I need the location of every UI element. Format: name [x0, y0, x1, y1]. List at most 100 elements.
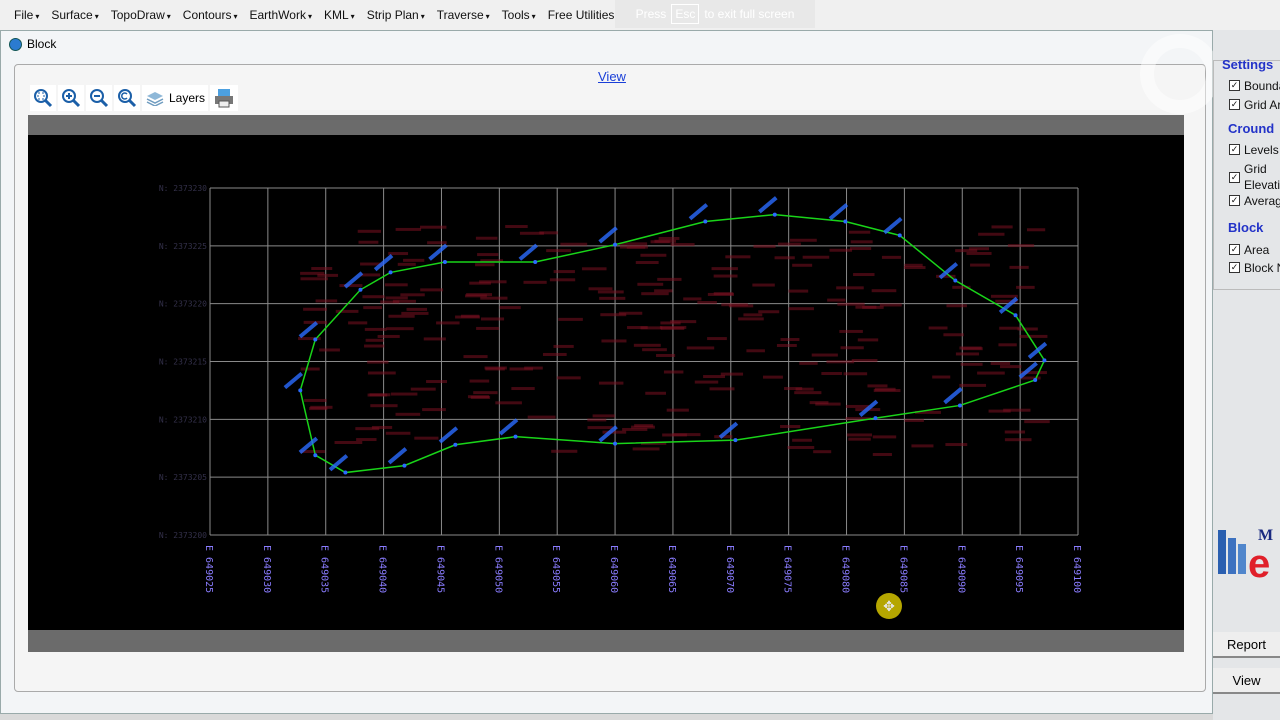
elevation-label-mark — [851, 359, 878, 363]
elevation-label-mark — [377, 334, 400, 338]
elevation-label-mark — [622, 427, 648, 431]
elevation-label-mark — [358, 240, 379, 244]
elevation-label-mark — [560, 242, 588, 246]
elevation-label-mark — [523, 280, 547, 284]
checkbox-area[interactable]: ✓ Area — [1229, 243, 1269, 257]
elevation-label-mark — [499, 306, 521, 310]
toolbar: Layers — [30, 85, 239, 111]
zoom-previous-icon — [118, 89, 137, 108]
elevation-label-mark — [872, 435, 897, 439]
menu-kml[interactable]: KML — [318, 8, 361, 22]
elevation-label-mark — [364, 344, 385, 348]
checkbox-boundary[interactable]: ✓ Bounda — [1229, 79, 1280, 93]
view-button[interactable]: View — [1213, 668, 1280, 694]
boundary-point — [703, 219, 708, 224]
elevation-label-mark — [463, 355, 488, 359]
elevation-label-mark — [410, 387, 436, 391]
boundary-point — [873, 416, 878, 421]
print-button[interactable] — [210, 85, 239, 111]
layers-icon — [146, 92, 164, 106]
elevation-label-mark — [480, 317, 505, 321]
x-tick-label: E 649070 — [724, 545, 735, 593]
elevation-label-mark — [527, 415, 556, 419]
checkbox-block-no[interactable]: ✓ Block N — [1229, 261, 1280, 275]
checkbox-grid-area[interactable]: ✓ Grid Ar — [1229, 98, 1280, 112]
menu-tools[interactable]: Tools — [496, 8, 542, 22]
elevation-label-mark — [959, 383, 987, 387]
elevation-label-mark — [836, 286, 864, 290]
elevation-label-mark — [746, 349, 765, 353]
elevation-label-mark — [784, 387, 803, 391]
elevation-label-mark — [867, 384, 888, 388]
checkbox-label: Area — [1244, 243, 1270, 257]
elevation-label-mark — [977, 371, 1005, 375]
menu-contours[interactable]: Contours — [177, 8, 244, 22]
elevation-label-mark — [640, 326, 663, 330]
elevation-label-mark — [511, 387, 535, 391]
zoom-out-button[interactable] — [86, 85, 112, 111]
plot-area[interactable]: E 649025 E 649030 E 649035 E 649040 E 649045… — [28, 115, 1184, 652]
elevation-label-mark — [970, 263, 990, 267]
elevation-label-mark — [837, 302, 865, 306]
checkbox-levels[interactable]: ✓ Levels — [1229, 143, 1279, 157]
checkbox-average[interactable]: ✓ Averag — [1229, 194, 1280, 208]
elevation-label-mark — [392, 299, 416, 303]
block-grid-plot[interactable]: E 649025 E 649030 E 649035 E 649040 E 649045… — [28, 135, 1184, 630]
x-tick-label: E 649050 — [492, 545, 503, 593]
elevation-label-mark — [968, 247, 990, 251]
menu-topodraw[interactable]: TopoDraw — [105, 8, 177, 22]
menu-strip-plan[interactable]: Strip Plan — [361, 8, 431, 22]
elevation-label-mark — [666, 408, 689, 412]
elevation-label-mark — [709, 387, 735, 391]
elevation-label-mark — [422, 408, 446, 412]
menu-surface[interactable]: Surface — [45, 8, 104, 22]
elevation-label-mark — [1009, 265, 1029, 269]
elevation-label-mark — [774, 256, 795, 260]
zoom-extents-button[interactable] — [30, 85, 56, 111]
menu-earthwork[interactable]: EarthWork — [244, 8, 318, 22]
elevation-label-mark — [436, 321, 460, 325]
view-label: View — [598, 69, 626, 84]
layers-button[interactable]: Layers — [142, 85, 209, 111]
elevation-label-mark — [539, 231, 558, 235]
y-tick-label: N: 2373215 — [159, 358, 207, 367]
menu-traverse[interactable]: Traverse — [431, 8, 496, 22]
hint-press: Press — [635, 7, 667, 21]
checkbox-icon: ✓ — [1229, 99, 1240, 110]
checkbox-icon: ✓ — [1229, 262, 1240, 273]
menu-file[interactable]: File — [8, 8, 45, 22]
elevation-label-mark — [670, 243, 695, 247]
elevation-label-mark — [367, 371, 396, 375]
zoom-previous-button[interactable] — [114, 85, 140, 111]
elevation-label-mark — [849, 247, 872, 251]
checkbox-grid-elevation[interactable]: ✓ Grid Elevati — [1229, 161, 1280, 193]
checkbox-icon: ✓ — [1229, 144, 1240, 155]
checkbox-label: Block N — [1244, 261, 1280, 275]
boundary-point — [1033, 378, 1038, 383]
x-tick-label: E 649030 — [261, 545, 272, 593]
report-button[interactable]: Report — [1213, 632, 1280, 658]
elevation-label-mark — [829, 248, 853, 252]
elevation-label-mark — [467, 395, 490, 399]
elevation-label-mark — [385, 431, 411, 435]
elevation-label-mark — [658, 236, 680, 240]
elevation-label-mark — [588, 287, 613, 291]
elevation-label-mark — [370, 404, 398, 408]
elevation-label-mark — [587, 426, 613, 430]
elevation-label-mark — [928, 326, 948, 330]
elevation-label-mark — [872, 452, 892, 456]
x-tick-label: E 649085 — [897, 545, 908, 593]
boundary-point — [957, 403, 962, 408]
zoom-in-button[interactable] — [58, 85, 84, 111]
menu-free-utilities[interactable]: Free Utilities — [542, 8, 627, 22]
y-tick-label: N: 2373200 — [159, 531, 207, 540]
y-tick-label: N: 2373225 — [159, 242, 207, 251]
x-tick-label: E 649035 — [319, 545, 330, 593]
settings-gear-icon[interactable] — [1140, 34, 1220, 114]
elevation-label-mark — [637, 282, 664, 286]
elevation-label-mark — [384, 283, 408, 287]
elevation-label-mark — [904, 418, 924, 422]
elevation-label-mark — [946, 304, 967, 308]
elevation-label-mark — [598, 381, 624, 385]
elevation-label-mark — [758, 310, 780, 314]
